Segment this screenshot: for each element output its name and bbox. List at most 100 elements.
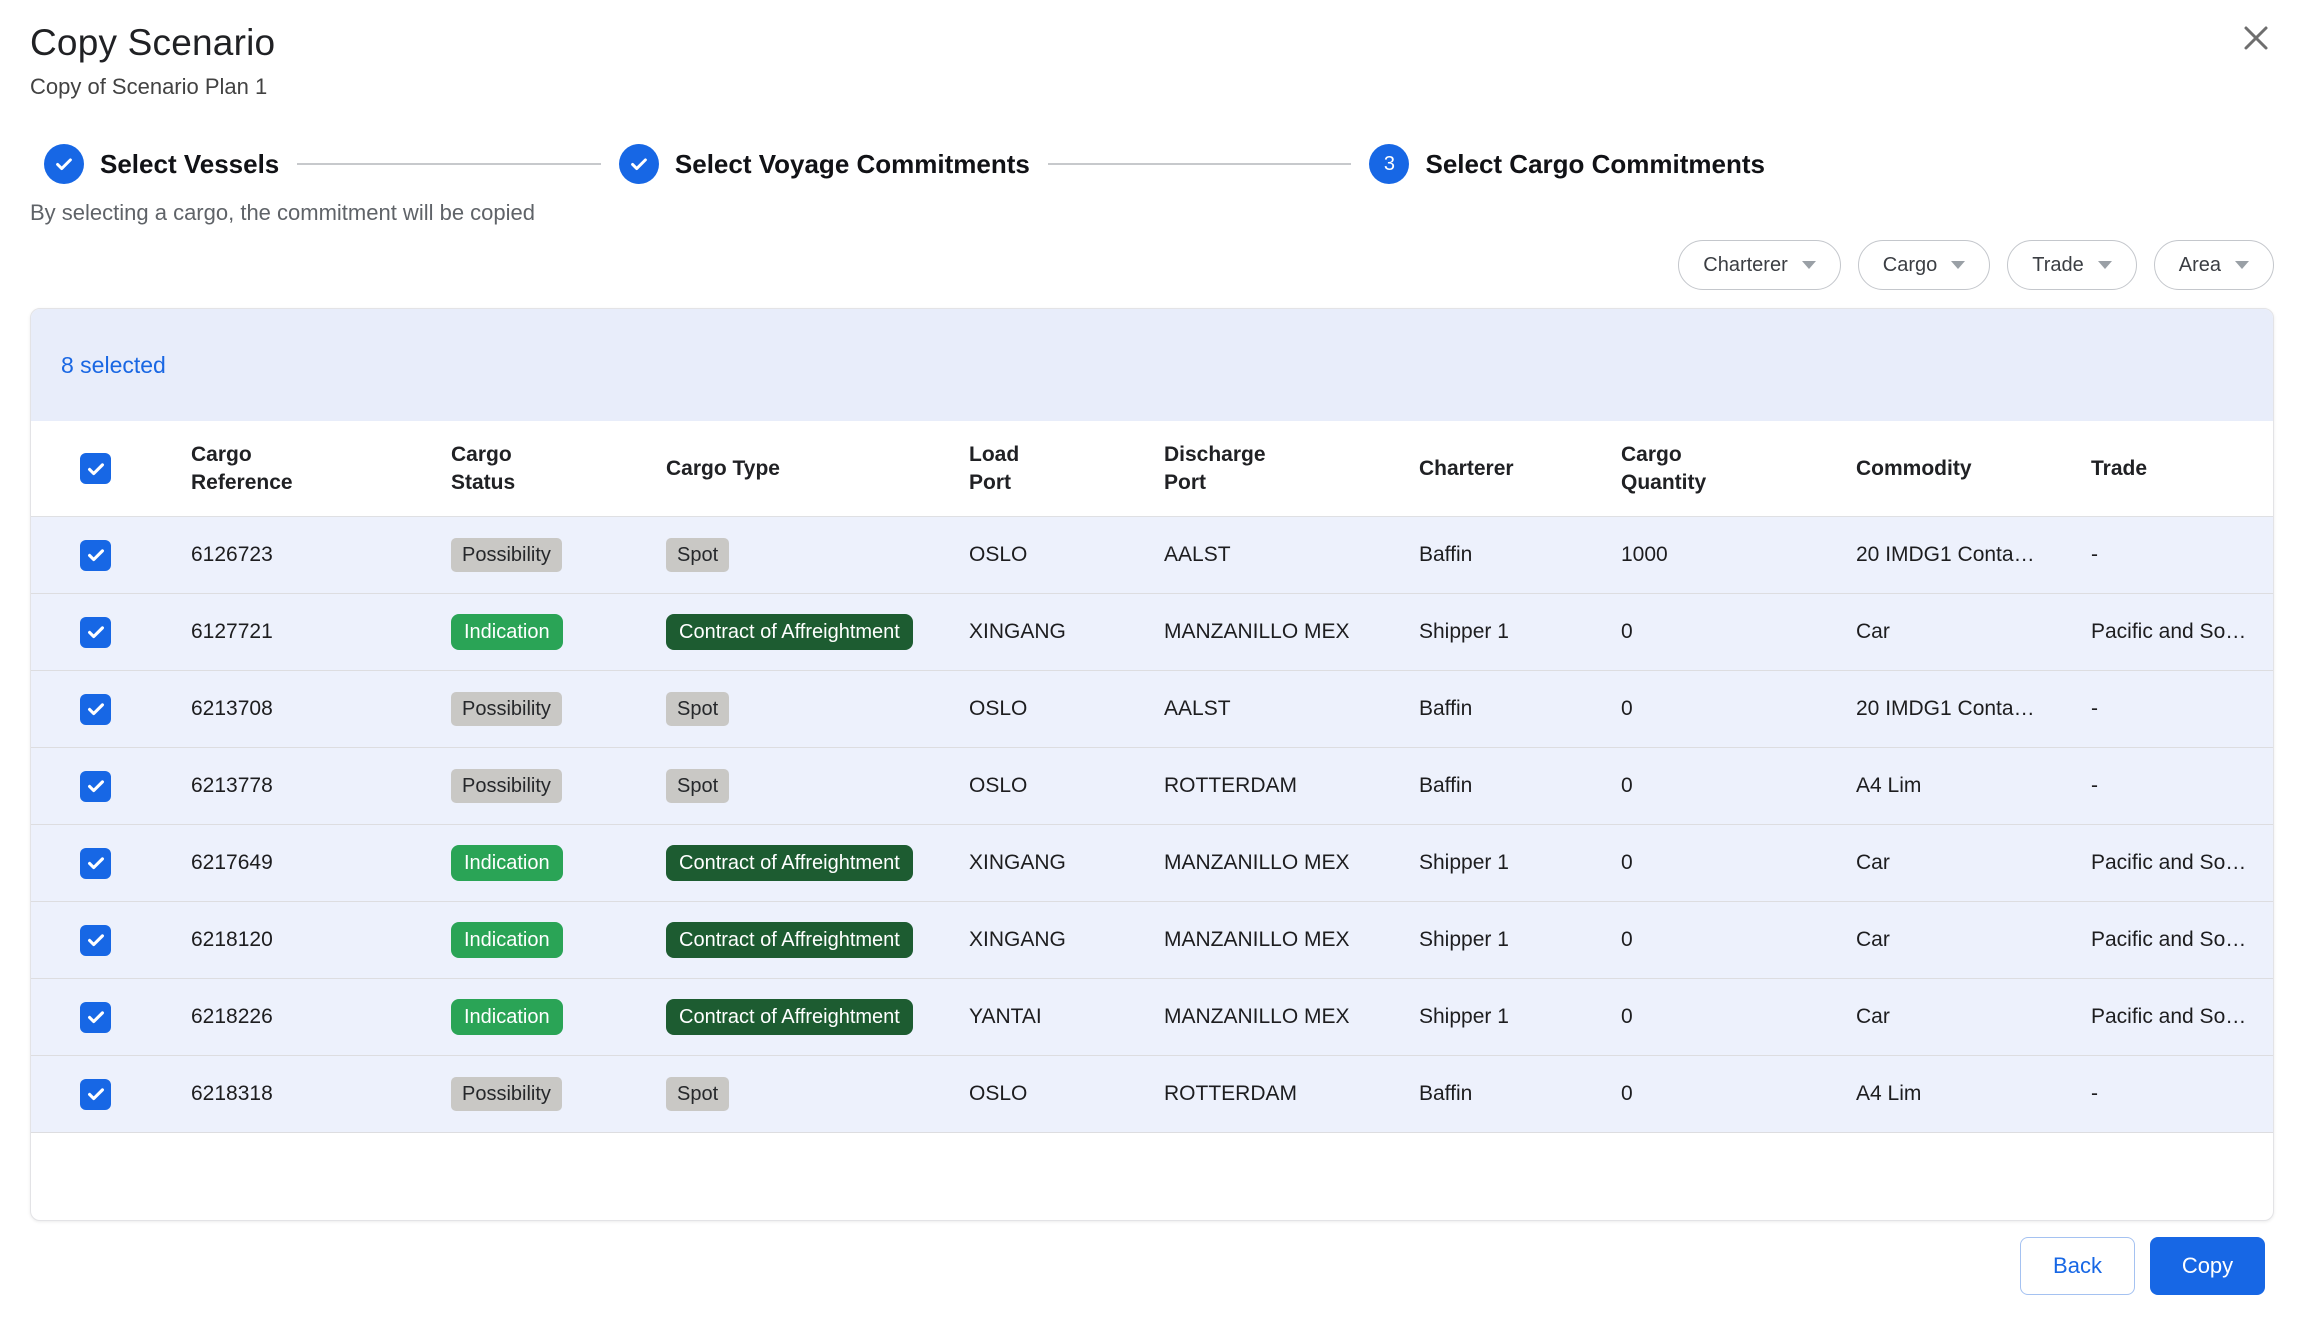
row-select-cell (31, 771, 181, 802)
cargo-reference-cell: 6218226 (181, 1005, 441, 1029)
cargo-type-cell: Spot (656, 769, 959, 803)
row-select-cell (31, 848, 181, 879)
commodity-cell: Car (1846, 851, 2081, 875)
row-checkbox[interactable] (80, 1002, 111, 1033)
cargo-reference-cell: 6218318 (181, 1082, 441, 1106)
copy-button[interactable]: Copy (2150, 1237, 2265, 1295)
table-row[interactable]: 6218120 Indication Contract of Affreight… (31, 902, 2273, 979)
cargo-reference-cell: 6127721 (181, 620, 441, 644)
cargo-reference-cell: 6126723 (181, 543, 441, 567)
column-header-cargo-status[interactable]: Cargo Status (441, 441, 656, 496)
trade-cell: - (2081, 697, 2274, 721)
column-header-cargo-type[interactable]: Cargo Type (656, 455, 959, 482)
column-header-trade[interactable]: Trade (2081, 455, 2274, 482)
row-checkbox[interactable] (80, 848, 111, 879)
trade-cell: - (2081, 543, 2274, 567)
cargo-type-cell: Spot (656, 692, 959, 726)
close-button[interactable] (2234, 16, 2278, 60)
cargo-type-badge: Contract of Affreightment (666, 999, 913, 1035)
cargo-reference-cell: 6213778 (181, 774, 441, 798)
cargo-commitments-table: 8 selected Cargo Reference Cargo Status … (30, 308, 2274, 1221)
trade-cell: - (2081, 774, 2274, 798)
cargo-quantity-cell: 1000 (1611, 543, 1846, 567)
cargo-type-badge: Spot (666, 538, 729, 572)
commodity-cell: Car (1846, 620, 2081, 644)
trade-cell: Pacific and So… (2081, 928, 2274, 952)
cargo-status-cell: Indication (441, 845, 656, 881)
close-icon (2238, 20, 2274, 56)
trade-cell: Pacific and So… (2081, 1005, 2274, 1029)
trade-cell: - (2081, 1082, 2274, 1106)
step-select-cargo-commitments[interactable]: 3 Select Cargo Commitments (1369, 144, 1765, 184)
step-select-vessels[interactable]: Select Vessels (44, 144, 279, 184)
table-row[interactable]: 6218318 Possibility Spot OSLO ROTTERDAM … (31, 1056, 2273, 1133)
column-header-cargo-quantity[interactable]: Cargo Quantity (1611, 441, 1846, 496)
copy-scenario-dialog: Copy Scenario Copy of Scenario Plan 1 Se… (0, 0, 2304, 1332)
step-select-voyage-commitments[interactable]: Select Voyage Commitments (619, 144, 1030, 184)
discharge-port-cell: ROTTERDAM (1154, 1082, 1409, 1106)
cargo-type-cell: Spot (656, 538, 959, 572)
cargo-type-badge: Spot (666, 1077, 729, 1111)
cargo-quantity-cell: 0 (1611, 697, 1846, 721)
filter-label: Trade (2032, 254, 2084, 277)
table-row[interactable]: 6126723 Possibility Spot OSLO AALST Baff… (31, 517, 2273, 594)
discharge-port-cell: ROTTERDAM (1154, 774, 1409, 798)
cargo-filter-dropdown[interactable]: Cargo (1858, 240, 1990, 290)
commodity-cell: A4 Lim (1846, 1082, 2081, 1106)
row-checkbox[interactable] (80, 771, 111, 802)
load-port-cell: OSLO (959, 774, 1154, 798)
trade-cell: Pacific and So… (2081, 851, 2274, 875)
cargo-type-badge: Contract of Affreightment (666, 922, 913, 958)
area-filter-dropdown[interactable]: Area (2154, 240, 2274, 290)
select-all-checkbox[interactable] (80, 453, 111, 484)
column-header-discharge-port[interactable]: Discharge Port (1154, 441, 1409, 496)
step-label: Select Cargo Commitments (1425, 149, 1765, 180)
cargo-reference-cell: 6218120 (181, 928, 441, 952)
cargo-reference-cell: 6217649 (181, 851, 441, 875)
cargo-status-badge: Possibility (451, 692, 562, 726)
row-select-cell (31, 617, 181, 648)
table-row[interactable]: 6217649 Indication Contract of Affreight… (31, 825, 2273, 902)
column-header-cargo-reference[interactable]: Cargo Reference (181, 441, 441, 496)
column-header-charterer[interactable]: Charterer (1409, 455, 1611, 482)
cargo-status-cell: Possibility (441, 1077, 656, 1111)
cargo-status-badge: Indication (451, 999, 563, 1035)
row-checkbox[interactable] (80, 617, 111, 648)
filter-label: Cargo (1883, 254, 1937, 277)
cargo-type-badge: Spot (666, 692, 729, 726)
table-row[interactable]: 6213708 Possibility Spot OSLO AALST Baff… (31, 671, 2273, 748)
chevron-down-icon (2098, 261, 2112, 269)
cargo-type-badge: Contract of Affreightment (666, 845, 913, 881)
chevron-down-icon (2235, 261, 2249, 269)
commodity-cell: 20 IMDG1 Conta… (1846, 697, 2081, 721)
table-row[interactable]: 6213778 Possibility Spot OSLO ROTTERDAM … (31, 748, 2273, 825)
trade-filter-dropdown[interactable]: Trade (2007, 240, 2137, 290)
row-checkbox[interactable] (80, 925, 111, 956)
charterer-cell: Shipper 1 (1409, 620, 1611, 644)
row-checkbox[interactable] (80, 1079, 111, 1110)
discharge-port-cell: AALST (1154, 543, 1409, 567)
cargo-quantity-cell: 0 (1611, 928, 1846, 952)
table-row[interactable]: 6218226 Indication Contract of Affreight… (31, 979, 2273, 1056)
commodity-cell: 20 IMDG1 Conta… (1846, 543, 2081, 567)
back-button[interactable]: Back (2020, 1237, 2135, 1295)
filter-bar: Charterer Cargo Trade Area (30, 240, 2274, 290)
dialog-footer: Back Copy (30, 1237, 2274, 1295)
chevron-down-icon (1951, 261, 1965, 269)
load-port-cell: OSLO (959, 1082, 1154, 1106)
cargo-quantity-cell: 0 (1611, 774, 1846, 798)
cargo-type-cell: Contract of Affreightment (656, 614, 959, 650)
charterer-filter-dropdown[interactable]: Charterer (1678, 240, 1840, 290)
discharge-port-cell: MANZANILLO MEX (1154, 928, 1409, 952)
selected-count: 8 selected (61, 352, 166, 379)
commodity-cell: Car (1846, 1005, 2081, 1029)
load-port-cell: OSLO (959, 697, 1154, 721)
cargo-status-cell: Indication (441, 999, 656, 1035)
column-header-load-port[interactable]: Load Port (959, 441, 1154, 496)
row-select-cell (31, 694, 181, 725)
table-row[interactable]: 6127721 Indication Contract of Affreight… (31, 594, 2273, 671)
column-header-commodity[interactable]: Commodity (1846, 455, 2081, 482)
row-checkbox[interactable] (80, 540, 111, 571)
step-number-badge: 3 (1369, 144, 1409, 184)
row-checkbox[interactable] (80, 694, 111, 725)
